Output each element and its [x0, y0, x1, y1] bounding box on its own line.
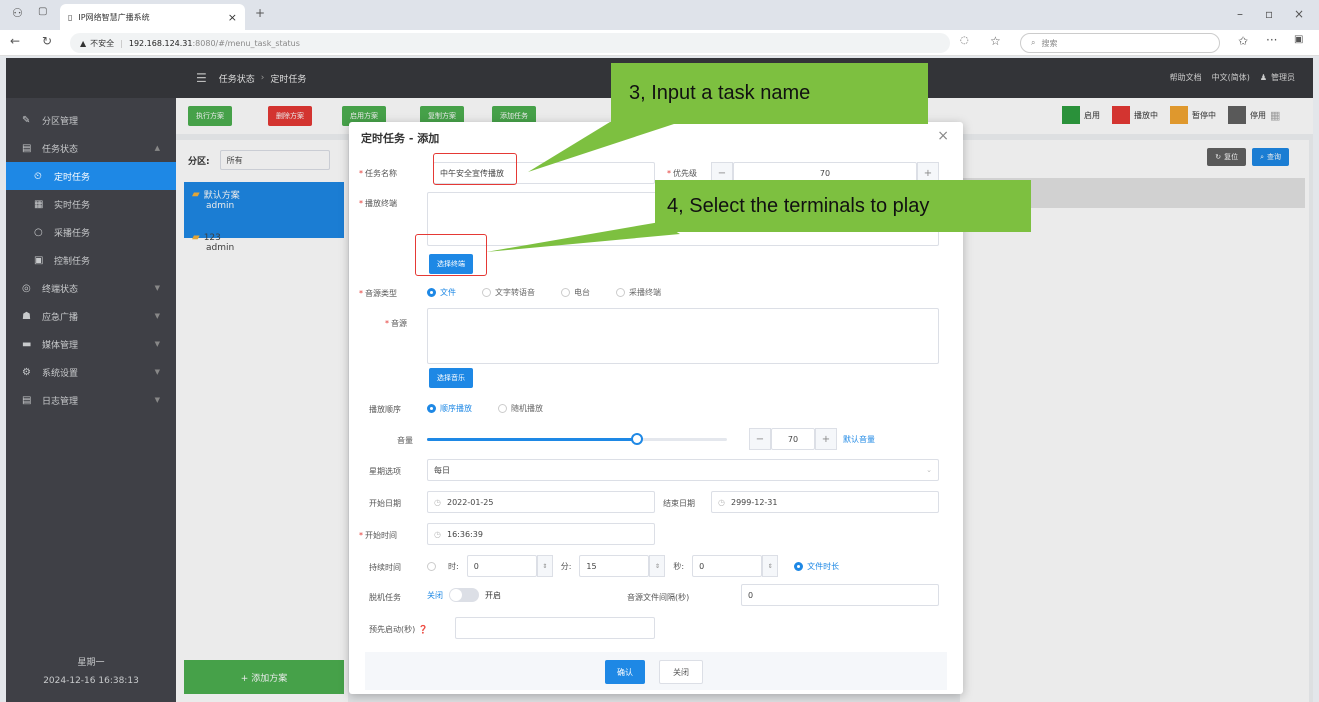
- callout-step4-text: 4, Select the terminals to play: [667, 194, 930, 217]
- arrow-step4: [486, 222, 680, 252]
- callout-step3-text: 3, Input a task name: [629, 82, 811, 104]
- arrow-step3: [528, 122, 680, 172]
- callout-step4: 4, Select the terminals to play: [655, 180, 1031, 232]
- callout-step3: 3, Input a task name: [611, 63, 928, 124]
